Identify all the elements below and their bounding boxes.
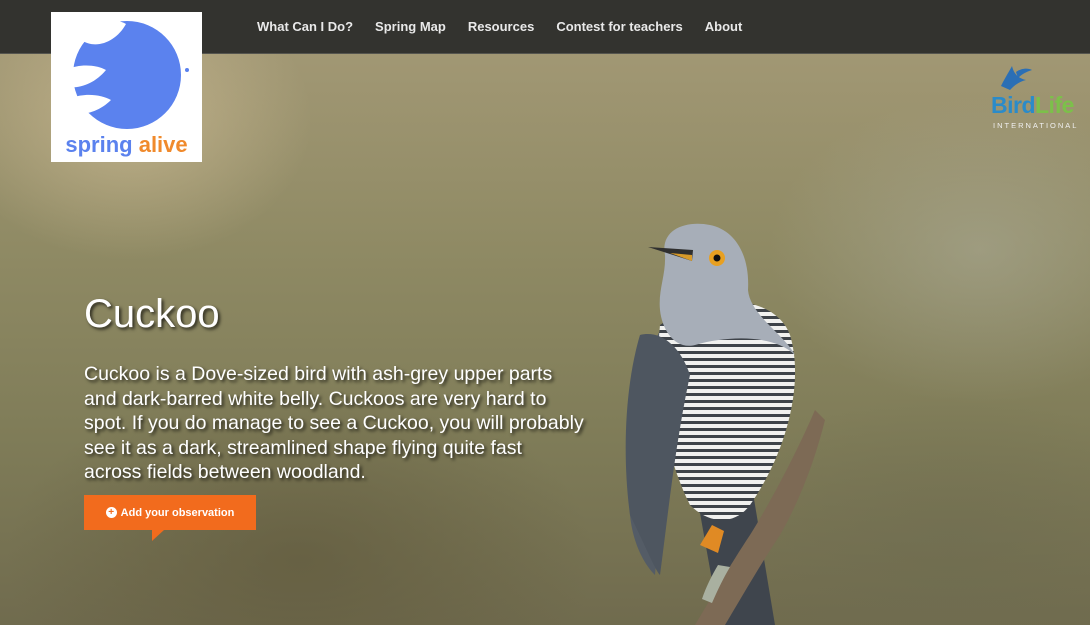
cuckoo-photo bbox=[625, 223, 825, 625]
nav-item-spring-map[interactable]: Spring Map bbox=[364, 0, 457, 53]
page-title: Cuckoo bbox=[84, 292, 220, 336]
nav-item-about[interactable]: About bbox=[694, 0, 754, 53]
logo-word-alive: alive bbox=[138, 132, 188, 157]
birdlife-wordmark: BirdLife bbox=[991, 92, 1074, 119]
plus-circle-icon: + bbox=[105, 507, 117, 518]
birdlife-logo[interactable]: BirdLife INTERNATIONAL bbox=[988, 62, 1083, 134]
bird-icon bbox=[53, 20, 192, 129]
logo-word-spring: spring bbox=[65, 132, 133, 157]
birdlife-word-life: Life bbox=[1035, 92, 1074, 118]
flying-bird-icon bbox=[1001, 66, 1032, 90]
logo-wordmark: spring alive bbox=[51, 132, 202, 158]
spring-alive-logo[interactable]: spring alive bbox=[51, 12, 202, 162]
button-tail bbox=[152, 530, 164, 541]
main-nav: What Can I Do? Spring Map Resources Cont… bbox=[246, 0, 753, 53]
species-description: Cuckoo is a Dove-sized bird with ash-gre… bbox=[84, 363, 584, 483]
nav-item-what-can-i-do[interactable]: What Can I Do? bbox=[246, 0, 364, 53]
birdlife-word-bird: Bird bbox=[991, 92, 1036, 118]
add-observation-label: Add your observation bbox=[120, 506, 235, 519]
add-observation-button[interactable]: + Add your observation bbox=[84, 495, 256, 530]
birdlife-subtitle: INTERNATIONAL bbox=[993, 121, 1079, 130]
nav-item-resources[interactable]: Resources bbox=[457, 0, 545, 53]
nav-item-contest-for-teachers[interactable]: Contest for teachers bbox=[545, 0, 693, 53]
